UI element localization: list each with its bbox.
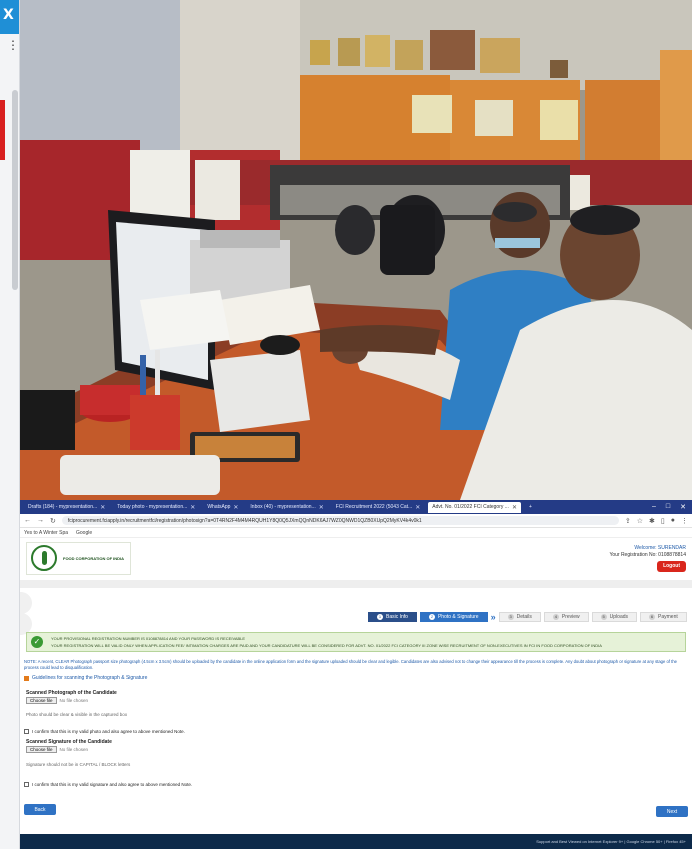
progress-steps: 1 Basic Info 2 Photo & Signature » 3 Detail… xyxy=(368,612,690,622)
browser-tab[interactable]: Drafts (184) - mypresentation... ✕ xyxy=(24,502,109,513)
photo-note: NOTE: A recent, CLEAR Photograph passpor… xyxy=(24,659,677,670)
signature-upload-label: Scanned Signature of the Candidate xyxy=(26,739,112,745)
profile-avatar-icon[interactable]: ● xyxy=(671,517,675,524)
logo-text: FOOD CORPORATION OF INDIA xyxy=(63,555,125,561)
close-tab-icon[interactable]: ✕ xyxy=(512,504,517,511)
close-tab-icon[interactable]: ✕ xyxy=(100,504,105,511)
step-payment[interactable]: 6 Payment xyxy=(640,612,687,622)
photo-file-status: No file chosen xyxy=(59,698,89,703)
browser-tab[interactable]: Today photo - mypresentation... ✕ xyxy=(113,502,199,513)
photo-file-input[interactable]: Choose file No file chosen xyxy=(26,697,88,704)
user-area: Welcome: SURENDAR Your Registration No: … xyxy=(609,545,686,572)
next-button[interactable]: Next xyxy=(656,806,688,817)
registration-number: Your Registration No: 0108878814 xyxy=(609,551,686,558)
signature-confirm-checkbox[interactable] xyxy=(24,782,29,787)
close-tab-icon[interactable]: ✕ xyxy=(319,504,324,511)
site-header: FOOD CORPORATION OF INDIA Welcome: SUREN… xyxy=(20,538,692,578)
signature-file-status: No file chosen xyxy=(59,747,89,752)
reload-icon[interactable]: ↻ xyxy=(50,517,56,525)
tab-strip: Drafts (184) - mypresentation... ✕ Today … xyxy=(20,500,692,514)
photo-hint: Photo should be clear & visible in the c… xyxy=(26,712,128,717)
bookmark-item[interactable]: Google xyxy=(76,530,92,536)
header-divider xyxy=(20,580,692,588)
share-icon[interactable]: ⇪ xyxy=(625,517,631,525)
browser-tab[interactable]: FCI Recruitment 2022 (5043 Cat... ✕ xyxy=(332,502,424,513)
browser-tab[interactable]: Inbox (40) - mypresentation... ✕ xyxy=(246,502,327,513)
bookmark-item[interactable]: Yes to A Winter Spa xyxy=(24,530,68,536)
extensions-icon[interactable]: ✱ xyxy=(649,517,655,525)
side-panel: X ⋮ xyxy=(0,0,20,849)
photo-confirm-checkbox[interactable] xyxy=(24,729,29,734)
address-bar-row: ← → ↻ fciprocurement.fciapply.in/recruit… xyxy=(20,514,692,528)
bookmarks-bar: Yes to A Winter Spa Google xyxy=(20,528,692,538)
browser-tab[interactable]: WhatsApp ✕ xyxy=(203,502,242,513)
choose-photo-button[interactable]: Choose file xyxy=(26,697,57,704)
welcome-text: Welcome: SURENDAR xyxy=(634,544,686,551)
bookmark-star-icon[interactable]: ☆ xyxy=(637,517,643,525)
signature-file-input[interactable]: Choose file No file chosen xyxy=(26,746,88,753)
success-line-2: YOUR REGISTRATION WILL BE VALID ONLY WHE… xyxy=(51,643,602,648)
signature-confirm-row[interactable]: I confirm that this is my valid signatur… xyxy=(24,782,192,787)
photo-upload-label: Scanned Photograph of the Candidate xyxy=(26,690,117,696)
step-preview[interactable]: 4 Preview xyxy=(543,612,589,622)
browser-tab-active[interactable]: Advt. No. 01/2022 FCI Category ... ✕ xyxy=(428,501,521,513)
close-window-icon[interactable]: ✕ xyxy=(680,503,686,511)
step-basic-info[interactable]: 1 Basic Info xyxy=(368,612,417,622)
forward-arrow-icon[interactable]: → xyxy=(37,517,44,524)
side-panel-topbar: X xyxy=(0,0,19,34)
close-tab-icon[interactable]: ✕ xyxy=(415,504,420,511)
step-uploads[interactable]: 5 Uploads xyxy=(591,612,638,622)
step-details[interactable]: 3 Details xyxy=(498,612,541,622)
fci-logo[interactable]: FOOD CORPORATION OF INDIA xyxy=(26,541,131,575)
registration-success-alert: ✓ YOUR PROVISIONAL REGISTRATION NUMBER I… xyxy=(26,632,686,652)
chevron-right-icon: » xyxy=(490,612,496,622)
guidelines-link[interactable]: Guidelines for scanning the Photograph &… xyxy=(24,675,147,681)
side-panel-tab[interactable] xyxy=(0,100,5,160)
new-tab-button[interactable]: + xyxy=(525,502,536,513)
menu-icon[interactable]: ⋮ xyxy=(681,517,688,525)
url-input[interactable]: fciprocurement.fciapply.in/recruitmentfc… xyxy=(61,516,619,525)
check-icon: ✓ xyxy=(31,636,43,648)
office-photo xyxy=(20,0,692,500)
sidebar-icon[interactable]: ▯ xyxy=(661,517,665,525)
window-controls: – □ ✕ xyxy=(652,503,692,511)
minimize-icon[interactable]: – xyxy=(652,503,656,511)
fci-emblem-icon xyxy=(31,545,57,571)
guidelines-icon xyxy=(24,675,29,681)
more-options-icon[interactable]: ⋮ xyxy=(7,39,19,51)
back-button[interactable]: Back xyxy=(24,804,56,815)
site-footer: Support and Best Viewed on Internet Expl… xyxy=(20,834,692,849)
signature-hint: Signature should not be in CAPITAL / BLO… xyxy=(26,762,131,767)
close-tab-icon[interactable]: ✕ xyxy=(190,504,195,511)
decorative-arc xyxy=(20,592,32,614)
choose-signature-button[interactable]: Choose file xyxy=(26,746,57,753)
step-photo-signature[interactable]: 2 Photo & Signature xyxy=(419,612,488,622)
success-line-1: YOUR PROVISIONAL REGISTRATION NUMBER IS … xyxy=(51,636,246,641)
close-icon[interactable]: X xyxy=(3,7,14,23)
close-tab-icon[interactable]: ✕ xyxy=(233,504,238,511)
back-arrow-icon[interactable]: ← xyxy=(24,517,31,524)
maximize-icon[interactable]: □ xyxy=(666,503,670,511)
browser-window: Drafts (184) - mypresentation... ✕ Today … xyxy=(20,500,692,849)
photo-confirm-row[interactable]: I confirm that this is my valid photo an… xyxy=(24,729,185,734)
side-panel-scrollbar[interactable] xyxy=(12,90,18,290)
logout-button[interactable]: Logout xyxy=(657,560,686,572)
